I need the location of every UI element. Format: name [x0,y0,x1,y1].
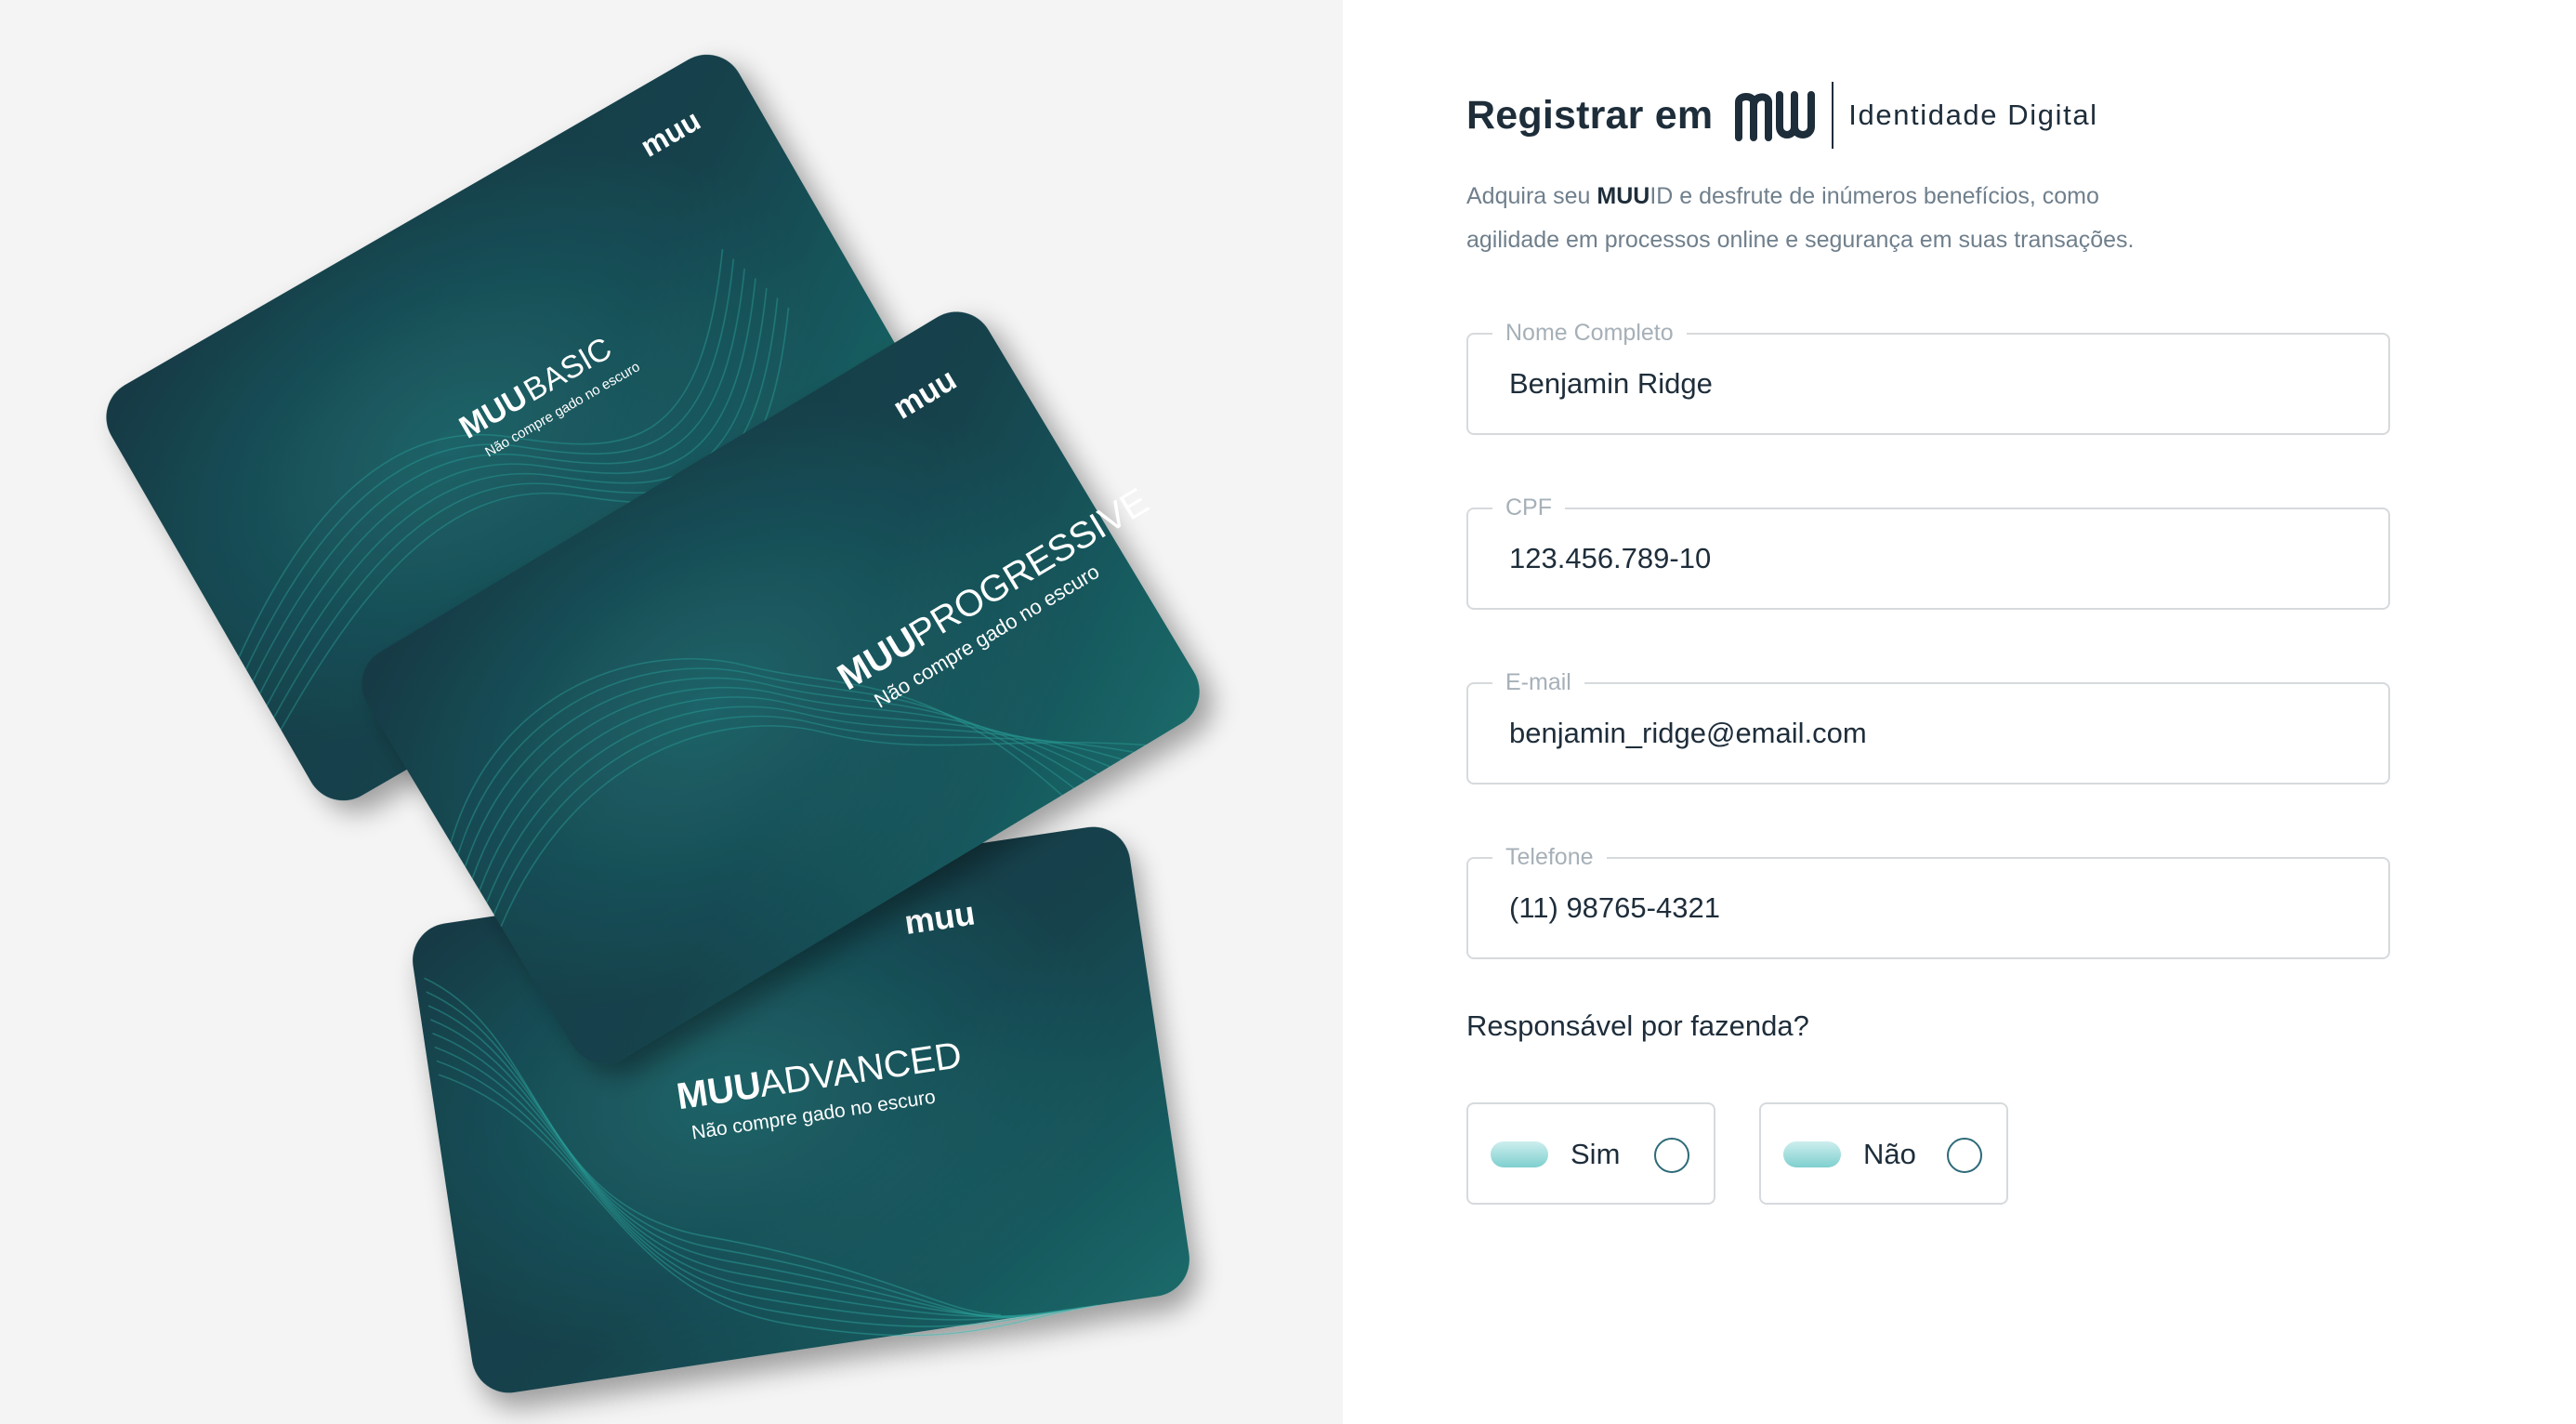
full-name-field: Nome Completo [1466,318,2390,435]
email-field: E-mail [1466,667,2390,785]
email-input[interactable] [1509,684,2346,783]
card-showcase: muu MUU ADVANCED Não compre gado no escu… [0,0,1343,1424]
page-title: Registrar em Identidade Digital [1466,80,2098,151]
farm-owner-question: Responsável por fazenda? [1466,1009,1809,1042]
intro-line-1: Adquira seu MUUID e desfrute de inúmeros… [1466,175,2303,218]
option-sim-label: Sim [1571,1138,1621,1170]
intro-line-1-end: ID e desfrute de inúmeros benefícios, co… [1649,183,2099,209]
phone-field: Telefone [1466,842,2390,959]
option-sim-radio[interactable] [1654,1138,1689,1173]
intro-brand: MUU [1597,183,1650,209]
option-nao-pill-icon [1783,1141,1841,1167]
full-name-input[interactable] [1509,335,2346,433]
cpf-field: CPF [1466,493,2390,610]
muu-logo-icon [1735,91,1816,141]
brand-divider [1832,82,1834,149]
brand-tagline: Identidade Digital [1848,99,2098,131]
phone-input[interactable] [1509,859,2346,957]
option-nao[interactable]: Não [1759,1102,2008,1205]
intro-line-2: agilidade em processos online e seguranç… [1466,227,2135,253]
card-stage: muu MUU ADVANCED Não compre gado no escu… [106,54,1200,1393]
option-sim[interactable]: Sim [1466,1102,1715,1205]
cpf-input[interactable] [1509,509,2346,608]
registration-panel: Registrar em Identidade Digital Adquira … [1343,0,2576,1424]
intro-line-1-start: Adquira seu [1466,183,1597,209]
option-sim-pill-icon [1491,1141,1548,1167]
option-nao-radio[interactable] [1947,1138,1982,1173]
intro-text: Adquira seu MUUID e desfrute de inúmeros… [1466,175,2303,262]
option-nao-label: Não [1863,1138,1916,1170]
page-title-text: Registrar em [1466,92,1714,138]
